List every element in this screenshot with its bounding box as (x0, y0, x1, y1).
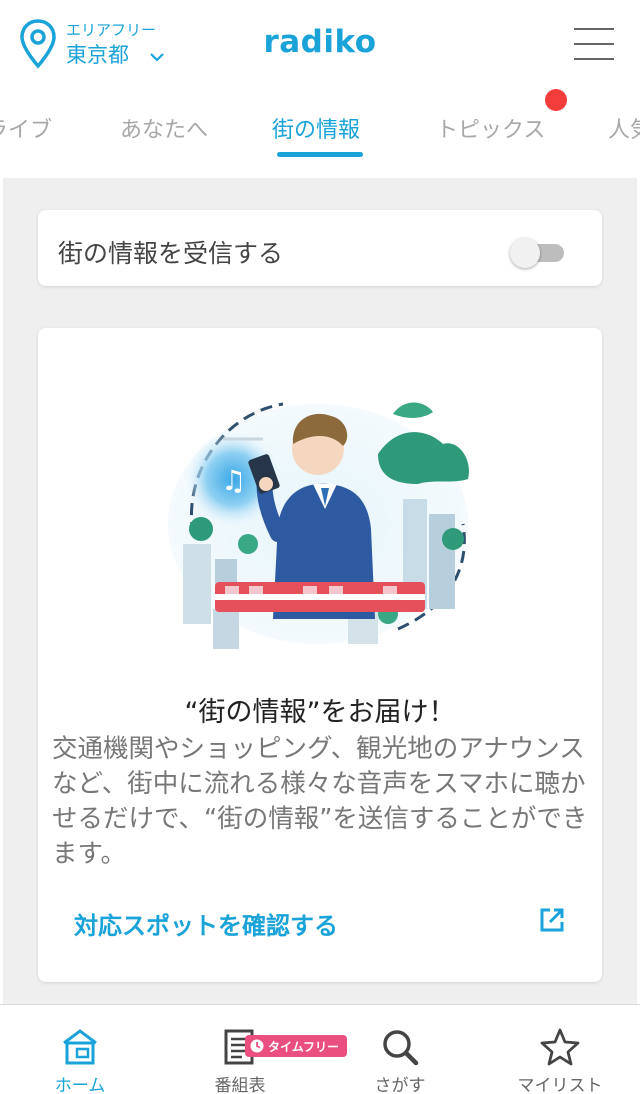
main-content: 街の情報を受信する ♫ “街の情報”をお届け！ 交通機関やショッピング、観光地の… (3, 178, 637, 1004)
receive-town-info-label: 街の情報を受信する (58, 239, 284, 268)
app-header: エリアフリー 東京都 radiko (0, 0, 640, 92)
check-spots-link-label: 対応スポットを確認する (74, 912, 338, 940)
search-icon (383, 1030, 419, 1066)
timefree-badge-label: タイムフリー (268, 1039, 340, 1054)
nav-mylist-label: マイリスト (517, 1076, 603, 1094)
clock-icon (250, 1039, 264, 1053)
home-icon (63, 1029, 97, 1065)
nav-program-guide-label: 番組表 (214, 1076, 266, 1094)
timefree-badge: タイムフリー (245, 1035, 348, 1057)
nav-search-label: さがす (374, 1076, 426, 1094)
town-info-description-card: ♫ “街の情報”をお届け！ 交通機関やショッピング、観光地のアナウンスなど、街中… (38, 328, 602, 982)
svg-text:♫: ♫ (221, 464, 246, 497)
town-info-title: “街の情報”をお届け！ (184, 697, 456, 728)
nav-home-label: ホーム (54, 1076, 106, 1094)
nav-mylist[interactable]: マイリスト (480, 1005, 640, 1094)
nav-home[interactable]: ホーム (0, 1005, 160, 1094)
toggle-knob (510, 238, 540, 268)
bottom-navigation: ホーム 番組表 さがす マイリスト タイムフリー (0, 1004, 640, 1094)
tab-popular[interactable]: 人気 (608, 112, 640, 144)
notification-badge (545, 89, 567, 111)
town-info-description: 交通機関やショッピング、観光地のアナウンスなど、街中に流れる様々な音声をスマホに… (52, 734, 588, 869)
check-spots-link[interactable]: 対応スポットを確認する (74, 902, 574, 942)
tab-live[interactable]: ライブ (0, 112, 52, 144)
tab-for-you[interactable]: あなたへ (120, 112, 208, 144)
category-tabs: ライブ あなたへ 街の情報 トピックス 人気 (0, 92, 640, 178)
hamburger-menu-icon[interactable] (574, 28, 614, 62)
receive-town-info-toggle[interactable] (510, 238, 566, 268)
radiko-logo: radiko (263, 24, 377, 60)
active-tab-indicator (277, 152, 363, 157)
tab-town-info[interactable]: 街の情報 (272, 112, 360, 144)
external-link-icon (540, 908, 564, 932)
receive-town-info-card: 街の情報を受信する (38, 210, 602, 286)
town-info-illustration: ♫ (168, 402, 469, 649)
star-icon (540, 1028, 580, 1066)
tab-topics[interactable]: トピックス (436, 112, 545, 144)
